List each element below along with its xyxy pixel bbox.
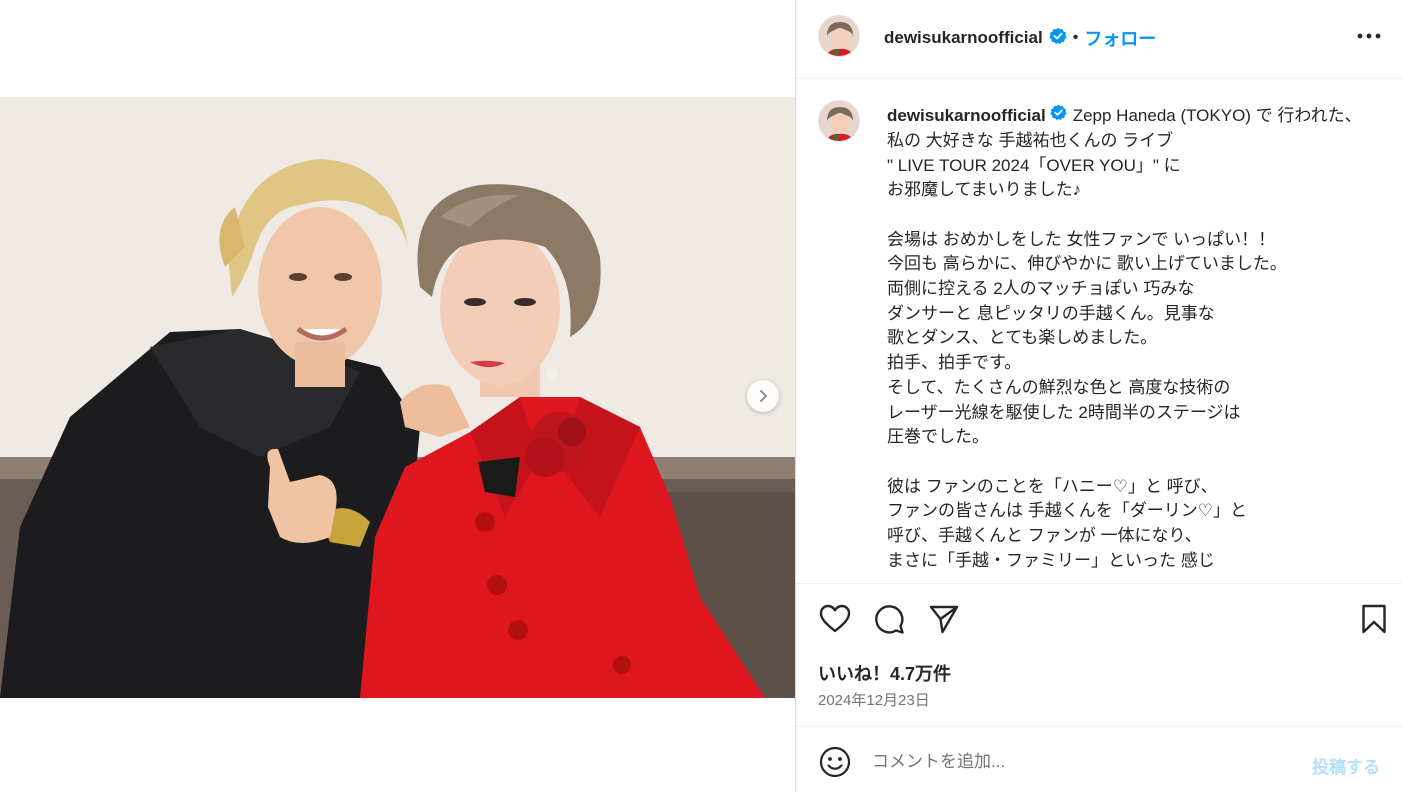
separator-dot: • [1072, 29, 1079, 46]
post-photo-illustration [0, 97, 795, 698]
comment-bubble-icon [875, 605, 904, 634]
more-options-icon [1357, 33, 1381, 39]
post-actions: いいね！4.7万件 2024年12月23日 [796, 583, 1402, 726]
post-date[interactable]: 2024年12月23日 [818, 689, 930, 710]
media-pane [0, 0, 795, 792]
post-comment-button[interactable]: 投稿する [1312, 753, 1380, 778]
emoji-button[interactable] [818, 745, 852, 779]
paper-plane-icon [929, 605, 959, 634]
header-username[interactable]: dewisukarnoofficial [884, 28, 1043, 48]
like-button[interactable] [818, 602, 852, 636]
avatar-image [819, 16, 859, 56]
caption-avatar-image [819, 101, 859, 141]
post-caption: dewisukarnoofficial Zepp Haneda (TOKYO) で… [887, 104, 1377, 574]
comment-button[interactable] [872, 602, 906, 636]
next-photo-button[interactable] [747, 380, 779, 412]
avatar[interactable] [818, 15, 860, 57]
caption-text: Zepp Haneda (TOKYO) で 行われた、 私の 大好きな 手越祐也… [887, 106, 1362, 570]
caption-username[interactable]: dewisukarnoofficial [887, 106, 1046, 125]
chevron-right-icon [760, 390, 767, 402]
caption-scroll-area[interactable]: dewisukarnoofficial Zepp Haneda (TOKYO) で… [796, 80, 1402, 583]
comment-bar: 投稿する [796, 726, 1402, 792]
more-options-button[interactable] [1354, 24, 1384, 48]
like-count[interactable]: いいね！4.7万件 [818, 660, 951, 686]
header-user-row: dewisukarnoofficial • フォロー [884, 25, 1156, 51]
comment-input[interactable] [872, 746, 1292, 778]
share-button[interactable] [927, 602, 961, 636]
verified-badge-icon [1049, 27, 1067, 50]
save-button[interactable] [1357, 602, 1391, 636]
heart-icon [819, 604, 851, 633]
smiley-icon [819, 746, 851, 778]
post-side-panel: dewisukarnoofficial • フォロー dewisukarnoof… [795, 0, 1402, 792]
bookmark-icon [1362, 604, 1386, 634]
follow-button[interactable]: フォロー [1084, 25, 1156, 51]
post-header: dewisukarnoofficial • フォロー [796, 0, 1402, 79]
post-photo [0, 97, 795, 698]
caption-avatar[interactable] [818, 100, 860, 142]
caption-verified-badge-icon [1050, 104, 1067, 129]
